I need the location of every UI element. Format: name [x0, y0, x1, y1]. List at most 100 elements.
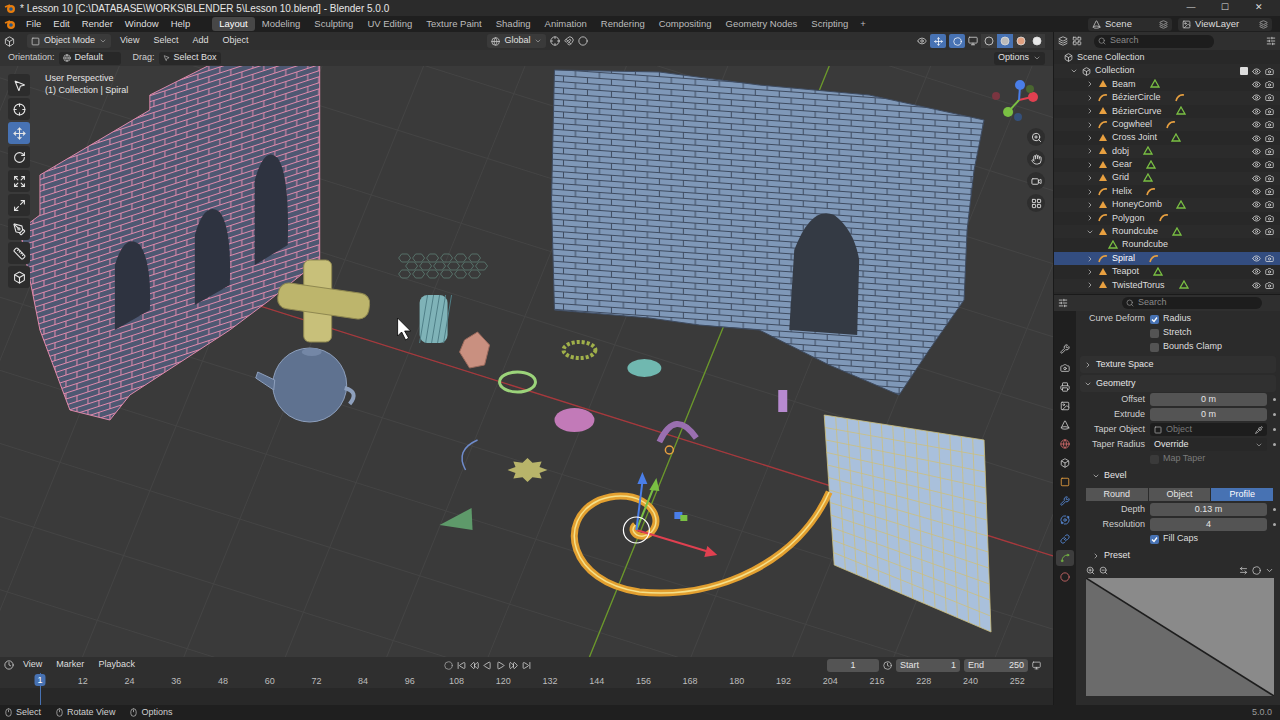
- eyedropper-icon[interactable]: [1255, 426, 1263, 434]
- current-frame-field[interactable]: 1: [827, 659, 879, 672]
- flip-icon[interactable]: [1239, 566, 1248, 575]
- visibility-icon[interactable]: [1252, 214, 1261, 223]
- expand-arrow-icon[interactable]: [1086, 161, 1094, 169]
- workspace-tab[interactable]: Animation: [538, 17, 594, 31]
- gear[interactable]: [563, 342, 595, 358]
- tool-button[interactable]: [8, 194, 30, 216]
- checkbox[interactable]: [1150, 535, 1159, 544]
- render-icon[interactable]: [1265, 214, 1274, 223]
- workspace-tab[interactable]: Shading: [489, 17, 538, 31]
- bezier-circle[interactable]: [462, 440, 478, 470]
- gem[interactable]: [460, 332, 490, 368]
- render-icon[interactable]: [1265, 107, 1274, 116]
- properties-tab[interactable]: [1056, 455, 1074, 471]
- menu-item[interactable]: Help: [165, 17, 197, 31]
- render-icon[interactable]: [1265, 267, 1274, 276]
- expand-arrow-icon[interactable]: [1086, 80, 1094, 88]
- collection-checkbox[interactable]: [1240, 67, 1248, 75]
- jump-start-icon[interactable]: [457, 661, 466, 670]
- expand-arrow-icon[interactable]: [1086, 174, 1094, 182]
- workspace-tab[interactable]: Geometry Nodes: [719, 17, 805, 31]
- number-field[interactable]: 0 m: [1150, 393, 1267, 406]
- expand-arrow-icon[interactable]: [1086, 121, 1094, 129]
- editor-type-icon[interactable]: [1058, 298, 1068, 308]
- properties-tab[interactable]: [1056, 398, 1074, 414]
- outliner-row[interactable]: Roundcube: [1054, 238, 1280, 251]
- expand-arrow-icon[interactable]: [1086, 188, 1094, 196]
- cyan-disc[interactable]: [627, 359, 661, 377]
- playhead-marker[interactable]: 1: [34, 674, 45, 686]
- render-icon[interactable]: [1265, 67, 1274, 76]
- editor-type-icon[interactable]: [4, 660, 14, 670]
- decorator-dot[interactable]: [1273, 398, 1276, 401]
- next-key-icon[interactable]: [509, 661, 518, 670]
- nav-button[interactable]: [1027, 128, 1045, 146]
- purple-bar[interactable]: [778, 390, 787, 412]
- tool-button[interactable]: [8, 266, 30, 288]
- window-control-button[interactable]: —: [1174, 1, 1208, 15]
- checkbox-row[interactable]: Stretch: [1080, 326, 1276, 340]
- checkbox-row[interactable]: Bounds Clamp: [1080, 340, 1276, 354]
- window-control-button[interactable]: ✕: [1242, 1, 1276, 15]
- visibility-icon[interactable]: [917, 36, 927, 46]
- render-icon[interactable]: [1265, 93, 1274, 102]
- menu-item[interactable]: Window: [119, 17, 165, 31]
- object-field[interactable]: Object: [1150, 423, 1267, 436]
- number-field[interactable]: 0.13 m: [1150, 503, 1267, 516]
- outliner-row[interactable]: Cogwheel: [1054, 118, 1280, 131]
- pink-disc[interactable]: [554, 408, 594, 432]
- render-icon[interactable]: [1265, 134, 1274, 143]
- expand-arrow-icon[interactable]: [1086, 255, 1094, 263]
- tool-button[interactable]: [8, 98, 30, 120]
- checkbox[interactable]: [1150, 455, 1159, 464]
- tool-button[interactable]: [8, 122, 30, 144]
- viewport-menu[interactable]: Add: [187, 34, 213, 48]
- expand-arrow-icon[interactable]: [1070, 67, 1078, 75]
- outliner-row[interactable]: Spiral: [1054, 252, 1280, 265]
- outliner-row[interactable]: BézierCircle: [1054, 91, 1280, 104]
- overlay-button[interactable]: [949, 34, 965, 48]
- outliner-row[interactable]: Roundcube: [1054, 225, 1280, 238]
- visibility-icon[interactable]: [1252, 134, 1261, 143]
- nav-gizmo-z[interactable]: [1015, 80, 1025, 90]
- collection-row[interactable]: Collection: [1054, 64, 1280, 77]
- cogwheel[interactable]: [508, 458, 548, 482]
- shading-button[interactable]: [1029, 34, 1045, 48]
- twisted-torus[interactable]: [420, 295, 448, 343]
- right-brick-wall[interactable]: [551, 70, 984, 395]
- visibility-icon[interactable]: [1252, 174, 1261, 183]
- record-icon[interactable]: [444, 661, 453, 670]
- add-workspace-button[interactable]: +: [855, 17, 871, 31]
- checkbox-row[interactable]: Fill Caps: [1080, 532, 1276, 546]
- render-icon[interactable]: [1265, 254, 1274, 263]
- checkbox-row[interactable]: Map Taper: [1080, 452, 1276, 466]
- editor-type-icon[interactable]: [4, 36, 15, 47]
- tool-button[interactable]: [8, 218, 30, 240]
- outliner-row[interactable]: Beam: [1054, 78, 1280, 91]
- visibility-icon[interactable]: [1252, 67, 1261, 76]
- editor-type-icon[interactable]: [1058, 36, 1068, 46]
- start-frame-field[interactable]: Start1: [896, 659, 960, 672]
- nav-gizmo-x[interactable]: [1028, 92, 1038, 102]
- decorator-dot[interactable]: [1273, 443, 1276, 446]
- visibility-icon[interactable]: [1252, 200, 1261, 209]
- shading-button[interactable]: [1013, 34, 1029, 48]
- decorator-dot[interactable]: [1273, 428, 1276, 431]
- segment-button[interactable]: Profile: [1211, 488, 1274, 501]
- spiral-curve[interactable]: [574, 492, 829, 593]
- decorator-dot[interactable]: [1273, 523, 1276, 526]
- view-layer-selector[interactable]: ViewLayer: [1178, 18, 1272, 31]
- sync-icon[interactable]: [1032, 661, 1041, 670]
- viewport-menu[interactable]: Select: [148, 34, 183, 48]
- workspace-tab[interactable]: Layout: [212, 17, 255, 31]
- gizmo-z-head[interactable]: [637, 472, 647, 484]
- jump-end-icon[interactable]: [522, 661, 531, 670]
- gizmo-center[interactable]: [623, 517, 649, 543]
- visibility-icon[interactable]: [1252, 187, 1261, 196]
- xray-icon[interactable]: [968, 36, 978, 46]
- grid-surface[interactable]: [824, 415, 991, 632]
- copy-icon[interactable]: [1159, 20, 1168, 29]
- visibility-icon[interactable]: [1252, 227, 1261, 236]
- nav-gizmo-neg-x[interactable]: [992, 92, 1000, 100]
- checkbox[interactable]: [1150, 343, 1159, 352]
